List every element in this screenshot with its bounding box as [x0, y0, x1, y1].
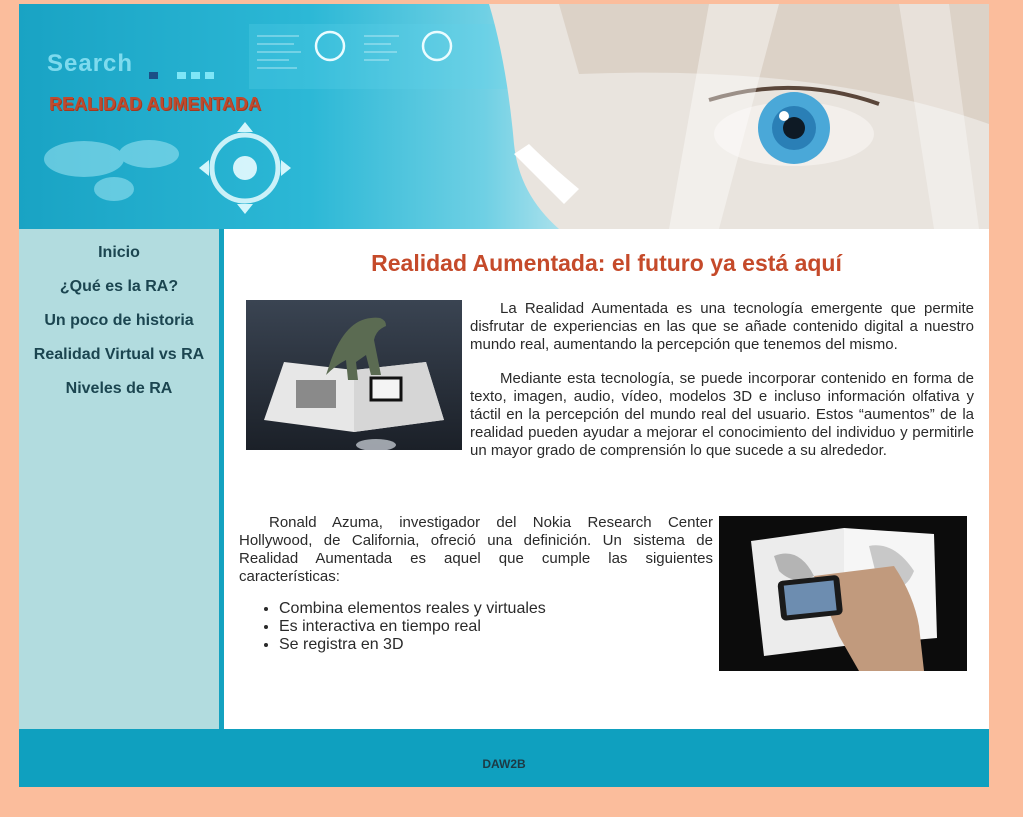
nav-link-rv-vs-ra[interactable]: Realidad Virtual vs RA: [34, 346, 204, 363]
site-title: REALIDAD AUMENTADA: [49, 94, 261, 114]
definition-block: Ronald Azuma, investigador del Nokia Res…: [239, 514, 974, 671]
nav-link-que-es-ra[interactable]: ¿Qué es la RA?: [60, 278, 178, 295]
page-title: Realidad Aumentada: el futuro ya está aq…: [371, 250, 842, 276]
nav-link-inicio[interactable]: Inicio: [98, 244, 140, 261]
phone-book-image: [719, 516, 967, 671]
sidebar-nav: Inicio ¿Qué es la RA? Un poco de histori…: [19, 229, 219, 729]
footer: DAW2B: [19, 729, 989, 787]
sidebar-item-niveles: Niveles de RA: [19, 378, 219, 412]
footer-text: DAW2B: [482, 757, 526, 771]
banner-artwork: [44, 4, 989, 229]
nav-link-historia[interactable]: Un poco de historia: [44, 312, 193, 329]
main-content: Realidad Aumentada: el futuro ya está aq…: [224, 229, 989, 729]
sidebar-item-historia: Un poco de historia: [19, 310, 219, 344]
banner-search-text: Search: [47, 50, 134, 77]
dinosaur-book-image: [246, 300, 462, 450]
nav-link-niveles[interactable]: Niveles de RA: [66, 380, 173, 397]
sidebar-item-rv-vs-ra: Realidad Virtual vs RA: [19, 344, 219, 378]
header-banner: Search REALIDAD AUMENTADA: [19, 4, 989, 229]
sidebar-item-que-es: ¿Qué es la RA?: [19, 276, 219, 310]
intro-block: La Realidad Aumentada es una tecnología …: [239, 300, 974, 460]
page: Search REALIDAD AUMENTADA Inicio ¿Qué es…: [19, 4, 989, 787]
sidebar-item-inicio: Inicio: [19, 242, 219, 276]
